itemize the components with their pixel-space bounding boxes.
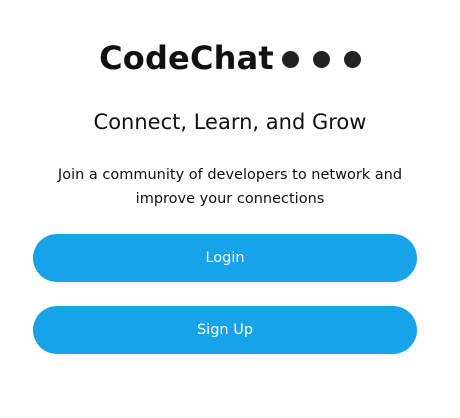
- login-button[interactable]: Login: [33, 234, 417, 282]
- brand-header: CodeChat: [0, 36, 460, 80]
- dot-icon: [312, 50, 330, 68]
- typing-dots-icon: [281, 50, 361, 68]
- dot-icon: [343, 50, 361, 68]
- dot-icon: [281, 50, 299, 68]
- sign-up-button[interactable]: Sign Up: [33, 306, 417, 354]
- app-logo-text: CodeChat: [99, 39, 274, 77]
- description-text: Join a community of developers to networ…: [57, 167, 403, 207]
- welcome-screen: CodeChat Connect, Learn, and Grow Join a…: [0, 0, 460, 418]
- tagline: Connect, Learn, and Grow: [93, 110, 367, 134]
